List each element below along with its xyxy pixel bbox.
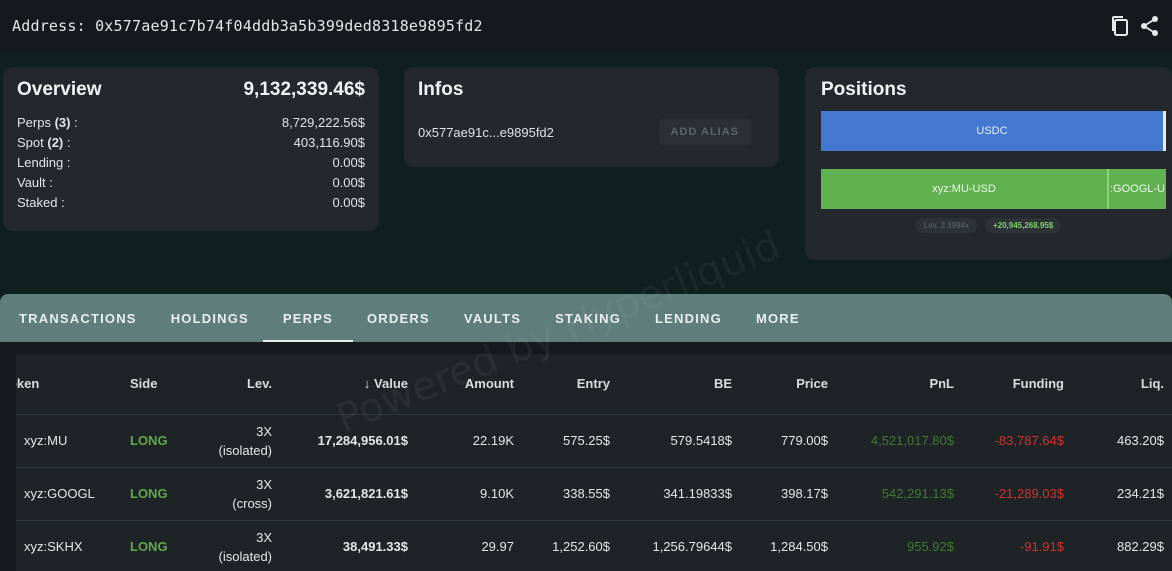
tab-staking[interactable]: STAKING xyxy=(555,294,621,342)
short-address: 0x577ae91c...e9895fd2 xyxy=(418,124,554,140)
table-header-row: Token Side Lev. ↓ Value Amount Entry BE … xyxy=(16,354,1172,415)
perp-segment-mu[interactable]: xyz:MU-USD xyxy=(821,169,1107,209)
positions-card: Positions USDC xyz:MU-USD :GOOGL-U Lev. … xyxy=(805,67,1172,260)
tab-more[interactable]: MORE xyxy=(756,294,800,342)
col-header-side[interactable]: Side xyxy=(114,354,194,415)
col-header-price[interactable]: Price xyxy=(740,354,836,415)
overview-title: Overview xyxy=(17,79,102,100)
positions-title: Positions xyxy=(821,79,907,100)
overview-row-perps: Perps (3) : 8,729,222.56$ xyxy=(17,115,365,130)
section-tabs: TRANSACTIONS HOLDINGS PERPS ORDERS VAULT… xyxy=(0,294,1172,342)
tab-holdings[interactable]: HOLDINGS xyxy=(171,294,249,342)
infos-title: Infos xyxy=(418,79,464,100)
perp-segment-googl[interactable]: :GOOGL-U xyxy=(1107,169,1166,209)
tab-transactions[interactable]: TRANSACTIONS xyxy=(19,294,137,342)
infos-card: Infos 0x577ae91c...e9895fd2 ADD ALIAS xyxy=(404,67,779,167)
perps-table: Token Side Lev. ↓ Value Amount Entry BE … xyxy=(16,354,1172,571)
pnl-chip: +20,945,268.95$ xyxy=(984,218,1062,233)
wallet-address: Address: 0x577ae91c7b74f04ddb3a5b399ded8… xyxy=(12,17,483,35)
leverage-chip: Lev. 2.3994x xyxy=(915,218,977,233)
top-actions xyxy=(1110,15,1160,37)
overview-row-lending: Lending : 0.00$ xyxy=(17,155,365,170)
overview-row-staked: Staked : 0.00$ xyxy=(17,195,365,210)
copy-icon[interactable] xyxy=(1110,15,1130,37)
table-row[interactable]: xyz:MU LONG 3X (isolated) 17,284,956.01$ … xyxy=(16,414,1172,468)
col-header-value[interactable]: ↓ Value xyxy=(280,354,416,415)
col-header-funding[interactable]: Funding xyxy=(962,354,1072,415)
table-row[interactable]: xyz:SKHX LONG 3X (isolated) 38,491.33$ 29… xyxy=(16,520,1172,571)
perp-allocation-bar: xyz:MU-USD :GOOGL-U xyxy=(821,169,1166,209)
overview-row-vault: Vault : 0.00$ xyxy=(17,175,365,190)
tab-perps[interactable]: PERPS xyxy=(262,294,354,342)
col-header-pnl[interactable]: PnL xyxy=(836,354,962,415)
top-bar: Address: 0x577ae91c7b74f04ddb3a5b399ded8… xyxy=(0,0,1172,52)
overview-card: Overview 9,132,339.46$ Perps (3) : 8,729… xyxy=(3,67,379,231)
overview-total: 9,132,339.46$ xyxy=(243,79,365,100)
col-header-be[interactable]: BE xyxy=(618,354,740,415)
perps-table-container: Token Side Lev. ↓ Value Amount Entry BE … xyxy=(0,342,1172,571)
table-row[interactable]: xyz:GOOGL LONG 3X (cross) 3,621,821.61$ 9… xyxy=(16,467,1172,521)
col-header-entry[interactable]: Entry xyxy=(522,354,618,415)
share-icon[interactable] xyxy=(1140,15,1160,37)
tab-vaults[interactable]: VAULTS xyxy=(464,294,521,342)
add-alias-button[interactable]: ADD ALIAS xyxy=(658,119,751,145)
col-header-lev[interactable]: Lev. xyxy=(194,354,280,415)
spot-allocation-bar[interactable]: USDC xyxy=(821,111,1166,151)
col-header-amount[interactable]: Amount xyxy=(416,354,522,415)
col-header-liq[interactable]: Liq. xyxy=(1072,354,1172,415)
tab-orders[interactable]: ORDERS xyxy=(367,294,430,342)
overview-row-spot: Spot (2) : 403,116.90$ xyxy=(17,135,365,150)
tab-lending[interactable]: LENDING xyxy=(655,294,722,342)
spot-bar-label: USDC xyxy=(976,125,1008,137)
sort-arrow-down-icon: ↓ xyxy=(363,376,375,392)
col-header-token[interactable]: Token xyxy=(16,354,114,415)
